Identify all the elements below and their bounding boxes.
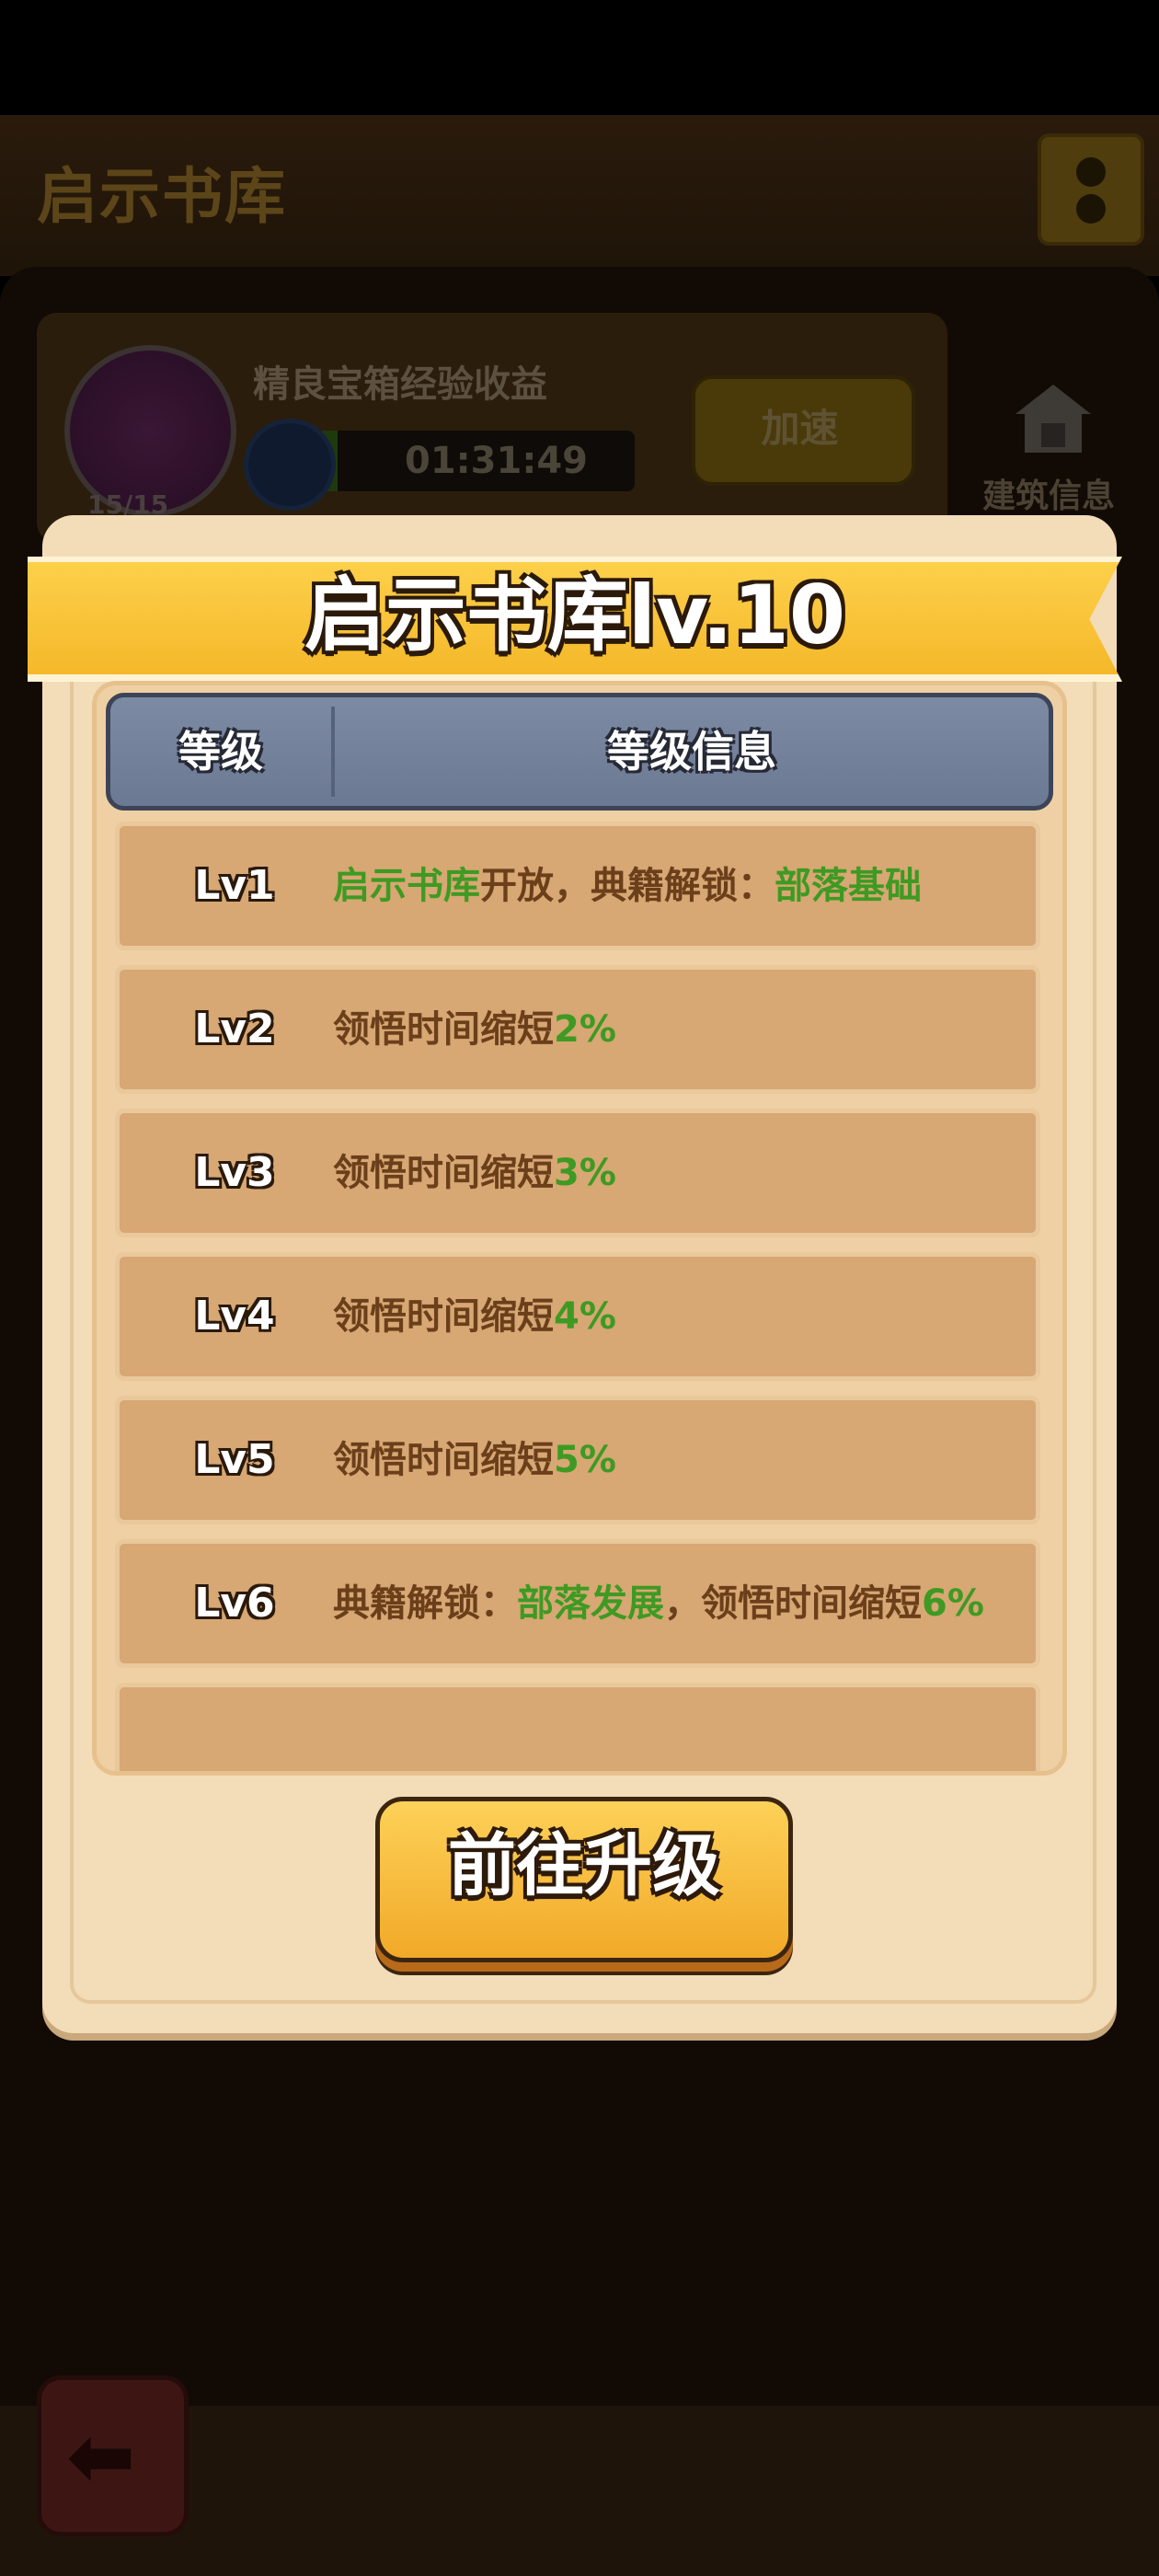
dialog-title: 启示书库lv.10 bbox=[304, 568, 846, 662]
table-header: 等级 等级信息 bbox=[106, 693, 1053, 811]
table-row: Lv1 启示书库开放，典籍解锁：部落基础 bbox=[115, 822, 1040, 950]
table-row-partial bbox=[115, 1683, 1040, 1771]
row-info: 领悟时间缩短3% bbox=[333, 1113, 616, 1233]
info-text: 领悟时间缩短 bbox=[333, 1008, 554, 1051]
highlight-text: 6% bbox=[922, 1582, 984, 1625]
table-row: Lv5 领悟时间缩短5% bbox=[115, 1396, 1040, 1524]
info-text: ，领悟时间缩短 bbox=[664, 1582, 922, 1625]
highlight-text: 3% bbox=[554, 1152, 616, 1194]
highlight-text: 4% bbox=[554, 1295, 616, 1338]
row-info: 领悟时间缩短5% bbox=[333, 1400, 616, 1520]
highlight-text: 部落基础 bbox=[775, 865, 922, 907]
building-info-label[interactable]: 建筑信息 bbox=[982, 469, 1115, 517]
info-text: 领悟时间缩短 bbox=[333, 1295, 554, 1338]
header-level: 等级 bbox=[178, 727, 263, 776]
house-icon[interactable] bbox=[1012, 377, 1095, 460]
row-level: Lv2 bbox=[194, 1006, 275, 1052]
row-level: Lv1 bbox=[194, 862, 275, 909]
highlight-text: 部落发展 bbox=[517, 1582, 664, 1625]
go-upgrade-label: 前往升级 bbox=[448, 1826, 720, 1905]
row-level: Lv3 bbox=[194, 1149, 275, 1196]
table-row: Lv3 领悟时间缩短3% bbox=[115, 1109, 1040, 1237]
level-table[interactable]: 等级 等级信息 Lv1 启示书库开放，典籍解锁：部落基础 Lv2 领悟时间缩短2% Lv… bbox=[92, 681, 1067, 1776]
highlight-text: 5% bbox=[554, 1439, 616, 1481]
highlight-text: 启示书库 bbox=[333, 865, 480, 907]
more-dot-icon bbox=[1076, 194, 1106, 224]
table-row: Lv6 典籍解锁：部落发展，领悟时间缩短6% bbox=[115, 1539, 1040, 1668]
more-options-button[interactable] bbox=[1038, 133, 1144, 246]
speed-up-label: 加速 bbox=[761, 406, 839, 451]
row-info: 领悟时间缩短2% bbox=[333, 970, 616, 1089]
row-level: Lv6 bbox=[194, 1580, 275, 1627]
more-dot-icon bbox=[1076, 157, 1106, 187]
info-text: 开放，典籍解锁： bbox=[480, 865, 775, 907]
row-info: 典籍解锁：部落发展，领悟时间缩短6% bbox=[333, 1544, 984, 1663]
header-info: 等级信息 bbox=[607, 727, 776, 776]
highlight-text: 2% bbox=[554, 1008, 616, 1051]
row-info: 启示书库开放，典籍解锁：部落基础 bbox=[333, 826, 922, 946]
back-arrow-icon: ⬅ bbox=[66, 2409, 136, 2505]
background-title: 启示书库 bbox=[37, 161, 287, 232]
info-text: 领悟时间缩短 bbox=[333, 1439, 554, 1481]
row-level: Lv4 bbox=[194, 1293, 275, 1340]
row-info: 领悟时间缩短4% bbox=[333, 1257, 616, 1376]
timer-text: 01:31:49 bbox=[405, 440, 588, 482]
clock-icon bbox=[244, 419, 336, 511]
info-text: 领悟时间缩短 bbox=[333, 1152, 554, 1194]
reward-label: 精良宝箱经验收益 bbox=[253, 363, 547, 406]
info-text: 典籍解锁： bbox=[333, 1582, 517, 1625]
row-level: Lv5 bbox=[194, 1436, 275, 1483]
table-row: Lv2 领悟时间缩短2% bbox=[115, 965, 1040, 1094]
table-row: Lv4 领悟时间缩短4% bbox=[115, 1252, 1040, 1381]
